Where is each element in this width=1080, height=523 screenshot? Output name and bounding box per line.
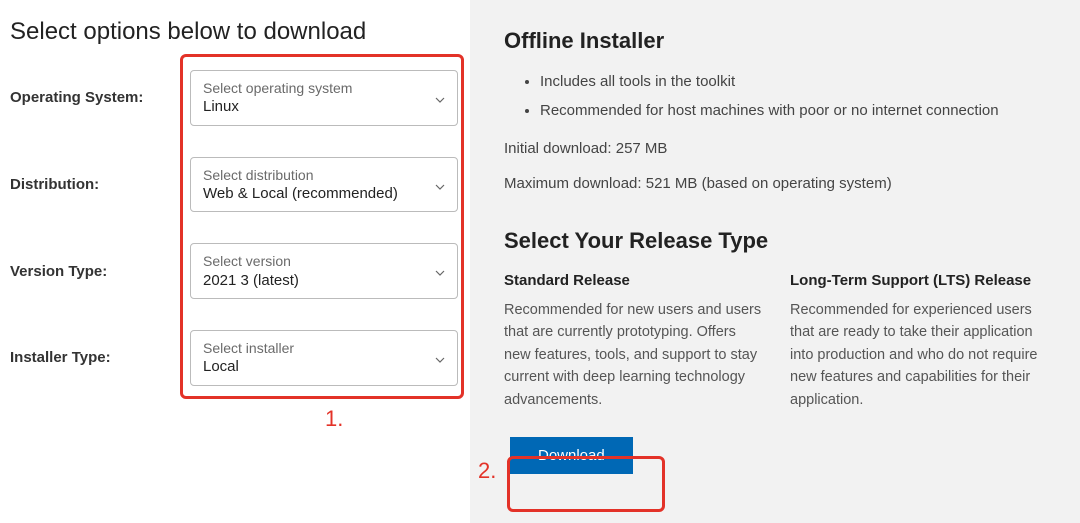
version-select-placeholder: Select version [203,252,423,270]
chevron-down-icon [435,350,445,366]
os-select-placeholder: Select operating system [203,79,423,97]
chevron-down-icon [435,177,445,193]
release-grid: Standard Release Recommended for new use… [504,272,1048,411]
installer-select-placeholder: Select installer [203,339,423,357]
standard-release-header: Standard Release [504,272,762,289]
offline-installer-title: Offline Installer [504,28,1048,54]
os-select-value: Linux [203,97,423,117]
installer-select-value: Local [203,357,423,377]
installer-row: Installer Type: Select installer Local [10,330,460,386]
installer-select[interactable]: Select installer Local [190,330,458,386]
standard-release-desc: Recommended for new users and users that… [504,299,762,411]
chevron-down-icon [435,263,445,279]
offline-bullet-item: Includes all tools in the toolkit [540,68,1048,97]
offline-bullet-list: Includes all tools in the toolkit Recomm… [504,68,1048,125]
initial-download-text: Initial download: 257 MB [504,135,1048,164]
distribution-select-placeholder: Select distribution [203,166,423,184]
version-select-value: 2021 3 (latest) [203,271,423,291]
lts-release-header: Long-Term Support (LTS) Release [790,272,1048,289]
installer-label: Installer Type: [10,349,190,366]
version-select[interactable]: Select version 2021 3 (latest) [190,243,458,299]
lts-release-col: Long-Term Support (LTS) Release Recommen… [790,272,1048,411]
distribution-row: Distribution: Select distribution Web & … [10,157,460,213]
lts-release-desc: Recommended for experienced users that a… [790,299,1048,411]
chevron-down-icon [435,90,445,106]
annotation-2: 2. [478,458,496,484]
version-row: Version Type: Select version 2021 3 (lat… [10,243,460,299]
os-select[interactable]: Select operating system Linux [190,70,458,126]
annotation-1: 1. [325,406,343,432]
offline-bullet-item: Recommended for host machines with poor … [540,97,1048,126]
version-label: Version Type: [10,263,190,280]
os-row: Operating System: Select operating syste… [10,70,460,126]
download-button[interactable]: Download [510,437,633,474]
info-panel: Offline Installer Includes all tools in … [470,0,1080,523]
release-type-title: Select Your Release Type [504,228,1048,254]
page-title: Select options below to download [10,18,460,46]
distribution-select-value: Web & Local (recommended) [203,184,423,204]
maximum-download-text: Maximum download: 521 MB (based on opera… [504,170,1048,199]
standard-release-col: Standard Release Recommended for new use… [504,272,762,411]
distribution-label: Distribution: [10,176,190,193]
os-label: Operating System: [10,89,190,106]
options-panel: Select options below to download Operati… [0,0,470,523]
distribution-select[interactable]: Select distribution Web & Local (recomme… [190,157,458,213]
